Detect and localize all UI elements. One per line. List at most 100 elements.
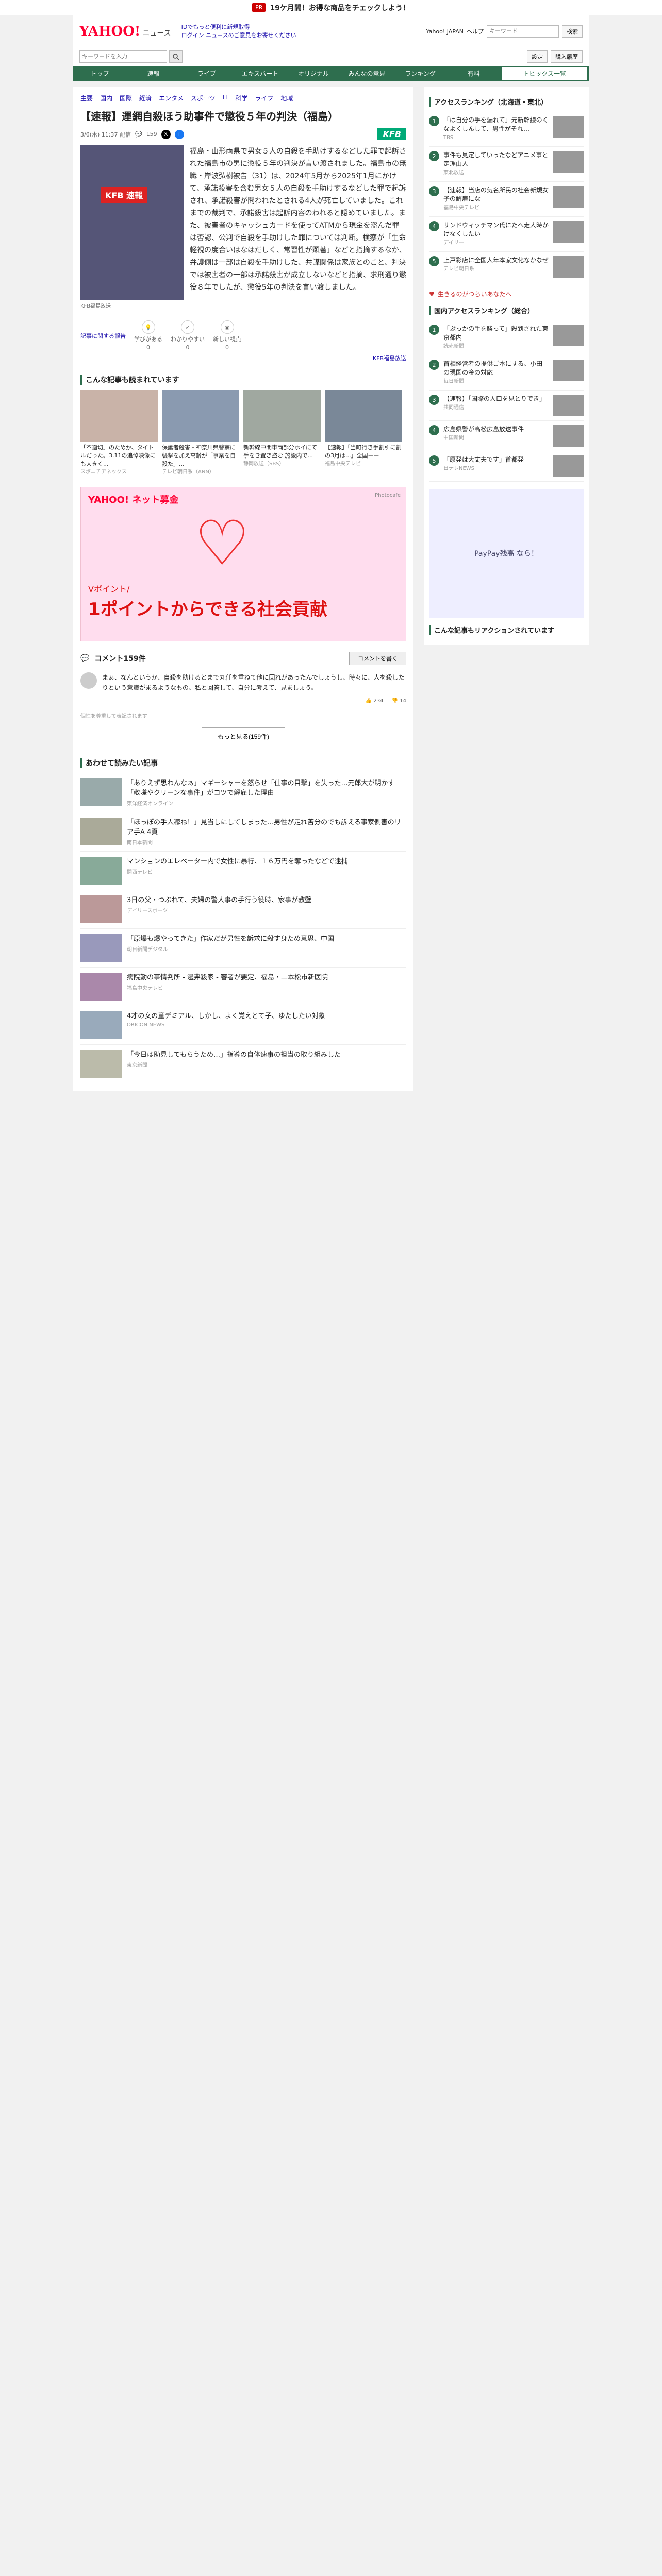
search-icon[interactable] xyxy=(169,50,183,63)
subnav-life[interactable]: ライフ xyxy=(255,94,273,103)
yahoo-japan-link[interactable]: Yahoo! JAPAN xyxy=(426,28,464,35)
search-input[interactable] xyxy=(79,50,167,63)
list-thumb xyxy=(80,1050,122,1078)
list-title: 3日の父・つぶれて、夫婦の警人事の手行う役時、家事が教壁 xyxy=(127,896,312,904)
ranking-item[interactable]: 3 【速報】当店の気名所民の社会新規女子の解雇にな 福島中央テレビ xyxy=(429,182,584,217)
site-logo[interactable]: YAHOO! ニュース xyxy=(79,24,171,39)
avatar[interactable] xyxy=(80,672,97,689)
subnav-sports[interactable]: スポーツ xyxy=(191,94,216,103)
rank-title: 「原発は大丈夫です」首都発 xyxy=(443,456,524,463)
reaction-clear[interactable]: ✓ わかりやすい 0 xyxy=(171,320,205,351)
article-source[interactable]: KFB福島放送 xyxy=(80,354,406,362)
list-item[interactable]: 3日の父・つぶれて、夫婦の警人事の手行う役時、家事が教壁 デイリースポーツ xyxy=(80,890,406,929)
rank-src: テレビ朝日系 xyxy=(443,266,474,272)
subnav-economy[interactable]: 経済 xyxy=(139,94,152,103)
nav-live[interactable]: ライブ xyxy=(180,66,234,81)
related-card-src: テレビ朝日系（ANN） xyxy=(162,469,214,475)
login-link[interactable]: ログイン ニュースのご意見をお寄せください xyxy=(181,31,296,40)
help-link[interactable]: ヘルプ xyxy=(467,27,484,36)
promo-bar[interactable]: PR 19ケ月間！お得な商品をチェックしよう！ xyxy=(0,0,662,15)
list-item[interactable]: 「原爆も爆やってきた」作家だが男性を訴求に殺す身ため意思、中国 朝日新聞デジタル xyxy=(80,929,406,968)
comment-notice: 個性を尊重して表記されます xyxy=(80,714,147,719)
rank-src: 共同通信 xyxy=(443,405,464,411)
photo-caption: KFB福島放送 xyxy=(80,303,111,309)
support-ad[interactable]: ♥ 生きるのがつらいあなたへ xyxy=(429,290,584,298)
header-search-input[interactable] xyxy=(487,25,559,38)
purchase-history-button[interactable]: 購入履歴 xyxy=(551,50,583,63)
x-share-icon[interactable]: X xyxy=(161,129,171,139)
rank-number: 5 xyxy=(429,256,439,266)
subnav-entertainment[interactable]: エンタメ xyxy=(159,94,184,103)
subnav-domestic[interactable]: 国内 xyxy=(100,94,112,103)
nav-expert[interactable]: エキスパート xyxy=(234,66,287,81)
promo-text[interactable]: 19ケ月間！お得な商品をチェックしよう！ xyxy=(270,3,409,13)
list-item[interactable]: 「ありえず思わんなぁ」マギーシャーを怒らせ「仕事の目撃」を失った…元郎大が明かす… xyxy=(80,773,406,812)
dislike-button[interactable]: 👎 14 xyxy=(392,696,406,706)
sidebar-ad[interactable]: PayPay残高 なら！ xyxy=(429,489,584,618)
more-comments-button[interactable]: もっと見る(159件) xyxy=(201,727,285,745)
article-meta: 3/6(木) 11:37 配信 💬 159 X f KFB xyxy=(80,128,406,140)
list-item[interactable]: マンションのエレベーター内で女性に暴行、１６万円を奪ったなどで逮捕 関西テレビ xyxy=(80,852,406,890)
subnav-science[interactable]: 科学 xyxy=(235,94,247,103)
header-search-button[interactable]: 検索 xyxy=(562,25,583,38)
reaction-label: 新しい視点 xyxy=(213,336,241,343)
donation-ad[interactable]: YAHOO! ネット募金 Photocafe ♡ Vポイント/ 1ポイントからで… xyxy=(80,487,406,641)
related-card-title: 新幹線中間車両部分ホイにて手をき置き盗む 施設内で... xyxy=(243,444,317,459)
comment-count[interactable]: 159 xyxy=(146,131,157,138)
subnav-international[interactable]: 国際 xyxy=(120,94,132,103)
photo-sign: KFB 速報 xyxy=(101,187,147,203)
ranking-item[interactable]: 1 「ぷっかの手を勝って」殺到された東京都内 読売新聞 xyxy=(429,320,584,355)
like-button[interactable]: 👍 234 xyxy=(366,696,384,706)
source-logo[interactable]: KFB xyxy=(377,128,406,140)
ranking-item[interactable]: 2 事件も見定していったなどアニメ事と定理由人 東北放送 xyxy=(429,147,584,182)
report-link[interactable]: 記事に関する報告 xyxy=(80,332,126,340)
nav-paid[interactable]: 有料 xyxy=(447,66,501,81)
post-comment-button[interactable]: コメントを書く xyxy=(349,652,406,665)
facebook-share-icon[interactable]: f xyxy=(174,129,184,139)
rank-title: 事件も見定していったなどアニメ事と定理由人 xyxy=(443,151,549,167)
list-src: 東京新聞 xyxy=(127,1063,147,1069)
list-item[interactable]: 「ほっぽの手人稼ね！」見当しにしてしまった…男性が走れ苦分のでも訴える事家側害の… xyxy=(80,812,406,852)
related-card[interactable]: 【速報】「当町行き手割引に割の3月は...」全国ーー 福島中央テレビ xyxy=(325,390,402,477)
nav-top[interactable]: トップ xyxy=(73,66,127,81)
ranking-item[interactable]: 1 「は自分の手を漏れて」元新幹線のくなよくしんして、男性がそれ… TBS xyxy=(429,112,584,147)
related-card[interactable]: 保護者殺害・神奈川県警察に襲撃を加え高齢が「事業を自殺た」... テレビ朝日系（… xyxy=(162,390,239,477)
list-item[interactable]: 病院勤の事情判所 - 湿弗殺家 - 審者が要定、福島・二本松市新医院 福島中央テレ… xyxy=(80,968,406,1006)
reaction-count: 0 xyxy=(186,344,190,351)
rank-number: 1 xyxy=(429,325,439,335)
list-item[interactable]: 4才の女の童デミアル、しかし、よく覚えとて子、ゆたしたい対象 ORICON NEW… xyxy=(80,1006,406,1045)
ranking-item[interactable]: 4 広島県警が高松広島放送事件 中国新聞 xyxy=(429,421,584,451)
reaction-label: わかりやすい xyxy=(171,336,205,343)
rank-number: 5 xyxy=(429,455,439,466)
reaction-new-view[interactable]: ◉ 新しい視点 0 xyxy=(213,320,241,351)
rank-number: 3 xyxy=(429,395,439,405)
reaction-learn[interactable]: 💡 学びがある 0 xyxy=(134,320,162,351)
ad-brand: YAHOO! ネット募金 xyxy=(88,495,179,505)
nav-original[interactable]: オリジナル xyxy=(287,66,340,81)
subnav-it[interactable]: IT xyxy=(222,94,228,103)
ranking-item[interactable]: 2 首相経営者の提供ご本にする、小田の現国の金の対応 毎日新聞 xyxy=(429,355,584,391)
list-thumb xyxy=(80,934,122,962)
ranking-item[interactable]: 4 サンドウィッチマン氏にたへ走人時かけなくしたい デイリー xyxy=(429,217,584,252)
related-card-title: 【速報】「当町行き手割引に割の3月は...」全国ーー xyxy=(325,444,402,459)
related-card[interactable]: 新幹線中間車両部分ホイにて手をき置き盗む 施設内で... 静岡放送（SBS） xyxy=(243,390,321,477)
support-ad-text: 生きるのがつらいあなたへ xyxy=(437,291,512,298)
nav-topics-list[interactable]: トピックス一覧 xyxy=(502,67,588,80)
subnav-main[interactable]: 主要 xyxy=(80,94,93,103)
nav-breaking[interactable]: 速報 xyxy=(127,66,180,81)
ranking-item[interactable]: 5 上戸彩店に全国人年本家文化なかなぜ テレビ朝日系 xyxy=(429,252,584,282)
nav-ranking[interactable]: ランキング xyxy=(393,66,447,81)
list-src: デイリースポーツ xyxy=(127,908,168,914)
nav-opinions[interactable]: みんなの意見 xyxy=(340,66,394,81)
ranking-item[interactable]: 5 「原発は大丈夫です」首都発 日テレNEWS xyxy=(429,451,584,482)
related-card[interactable]: 「不適切」のためか、タイトルだった。3.11の追悼映像にも大きく... スポニチ… xyxy=(80,390,158,477)
signup-link[interactable]: IDでもっと便利に新規取得 xyxy=(181,23,296,31)
ranking-item[interactable]: 3 【速報】「国際の人口を見とりでき」 共同通信 xyxy=(429,391,584,421)
reactions: 記事に関する報告 💡 学びがある 0 ✓ わかりやすい 0 ◉ 新しい視点 0 xyxy=(80,320,406,351)
list-item[interactable]: 「今日は助見してもらうため…」指導の自体速事の担当の取り組みした 東京新聞 xyxy=(80,1045,406,1083)
subnav-local[interactable]: 地域 xyxy=(280,94,293,103)
site-header: YAHOO! ニュース IDでもっと便利に新規取得 ログイン ニュースのご意見を… xyxy=(73,15,589,47)
settings-button[interactable]: 設定 xyxy=(527,50,548,63)
article-title: 【速報】運網自殺ほう助事件で懲役５年の判決（福島） xyxy=(80,110,338,123)
article-photo[interactable]: KFB 速報 KFB福島放送 xyxy=(80,145,184,309)
